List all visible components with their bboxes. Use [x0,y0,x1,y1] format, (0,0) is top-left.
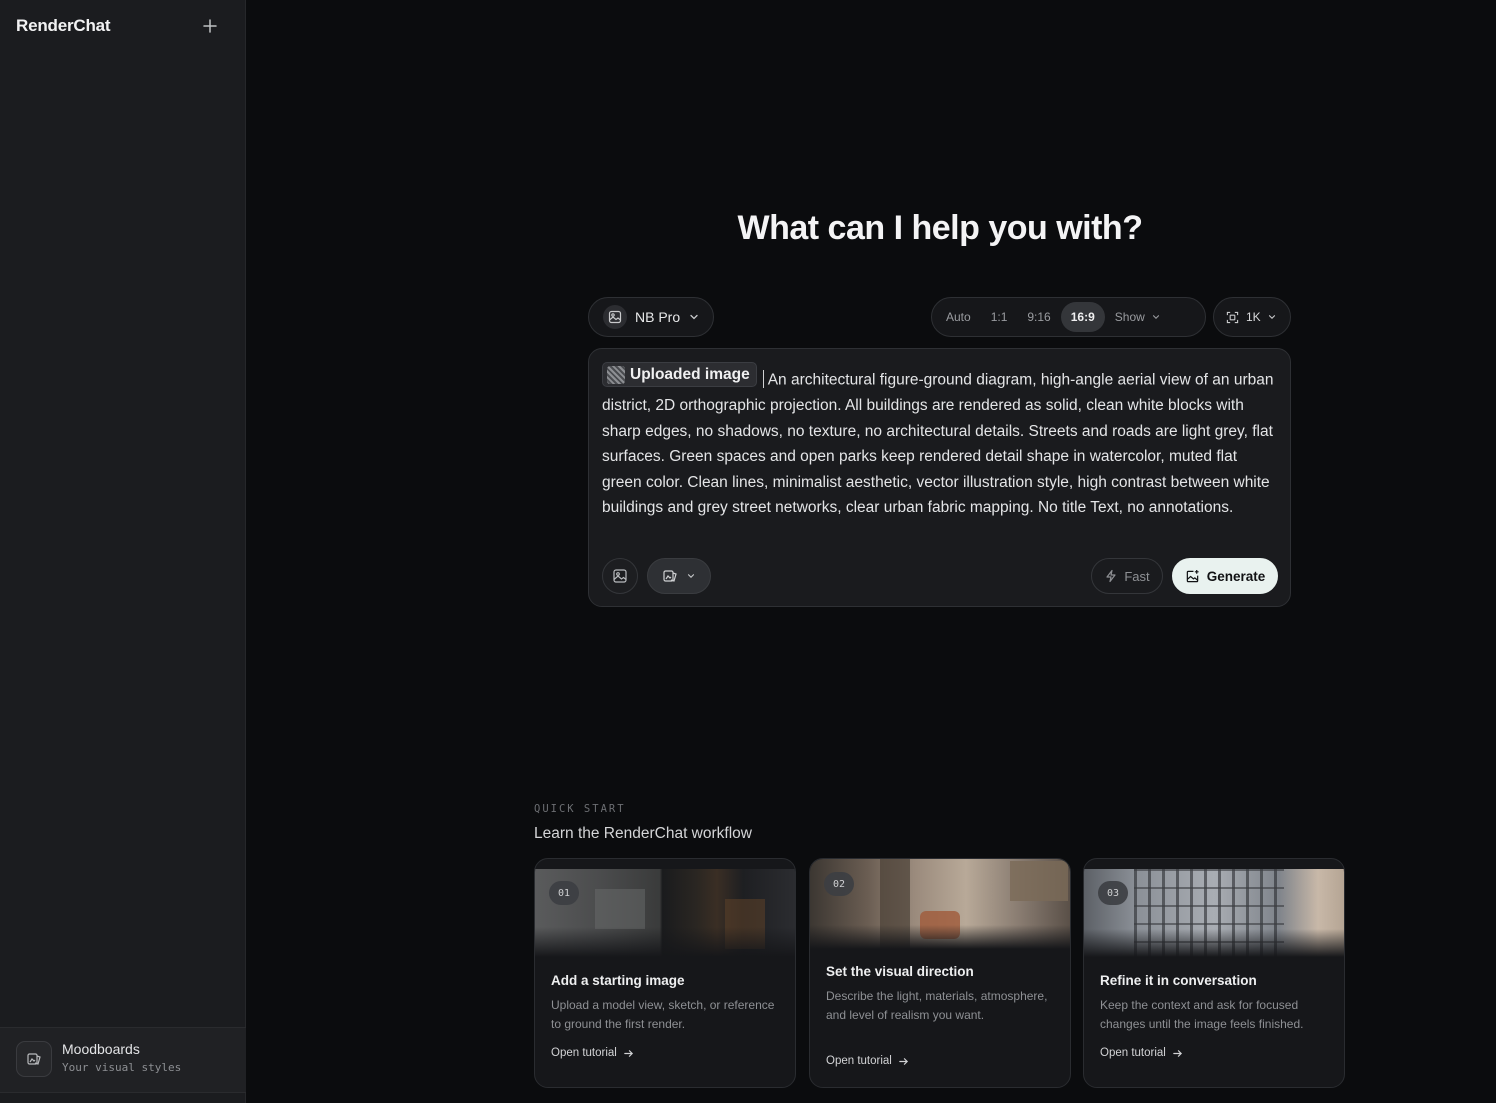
ratio-16-9[interactable]: 16:9 [1060,302,1105,332]
fast-mode-button[interactable]: Fast [1091,558,1163,594]
new-chat-button[interactable] [198,14,222,38]
open-tutorial-link[interactable]: Open tutorial [1100,1047,1183,1059]
quick-start-title: Learn the RenderChat workflow [534,825,752,842]
aspect-ratio-selector: Auto 1:1 9:16 16:9 Show [931,297,1206,337]
resolution-label: 1K [1246,310,1261,324]
text-caret [762,369,764,388]
card-description: Keep the context and ask for focused cha… [1100,998,1304,1031]
open-tutorial-link[interactable]: Open tutorial [826,1055,909,1067]
model-selector[interactable]: NB Pro [588,297,714,337]
chevron-down-icon [690,314,698,320]
card-image-living-room [810,859,1070,949]
arrow-right-icon [1173,1049,1182,1057]
attach-image-button[interactable] [602,558,638,594]
generate-button[interactable]: Generate [1172,558,1278,594]
quick-start-label: QUICK START [534,803,626,815]
sidebar: RenderChat Moodboards Your visual styles [0,0,246,1103]
chevron-down-icon [1152,315,1159,320]
uploaded-image-thumbnail [607,365,625,384]
prompt-box: Uploaded image An architectural figure-g… [588,348,1291,607]
card-image-facade [1084,869,1344,957]
generate-image-icon [1186,569,1199,582]
card-number: 01 [549,881,579,905]
open-tutorial-link[interactable]: Open tutorial [551,1047,634,1059]
show-label: Show [1114,310,1145,324]
link-label: Open tutorial [551,1047,617,1059]
tutorial-card-2[interactable]: 02 Set the visual direction Describe the… [809,858,1071,1088]
generate-label: Generate [1206,568,1266,584]
card-image-interior [535,869,795,957]
image-icon [613,569,627,583]
card-description: Describe the light, materials, atmospher… [826,989,1048,1022]
lightning-icon [1106,569,1116,583]
ratio-auto[interactable]: Auto [936,302,981,332]
page-title: What can I help you with? [737,209,1143,247]
card-title: Add a starting image [551,973,685,988]
app-brand: RenderChat [16,16,111,35]
arrow-right-icon [624,1049,633,1057]
card-number: 02 [824,872,854,896]
chevron-down-icon [1268,315,1275,320]
moodboards-link[interactable]: Moodboards Your visual styles [0,1027,246,1093]
tutorial-card-3[interactable]: 03 Refine it in conversation Keep the co… [1083,858,1345,1088]
moodboards-title: Moodboards [62,1041,140,1057]
card-number: 03 [1098,881,1128,905]
card-title: Set the visual direction [826,964,974,979]
moodboard-icon [16,1041,52,1077]
tutorial-card-1[interactable]: 01 Add a starting image Upload a model v… [534,858,796,1088]
model-label: NB Pro [635,309,681,325]
ratio-9-16[interactable]: 9:16 [1017,302,1060,332]
plus-icon [203,19,217,33]
prompt-text: An architectural figure-ground diagram, … [602,371,1274,517]
resolution-selector[interactable]: 1K [1213,297,1291,337]
uploaded-image-chip[interactable]: Uploaded image [602,362,757,387]
chip-label: Uploaded image [630,365,750,383]
ratio-1-1[interactable]: 1:1 [981,302,1018,332]
card-title: Refine it in conversation [1100,973,1257,988]
image-icon [603,305,627,329]
arrow-right-icon [899,1057,908,1065]
chevron-down-icon [687,574,695,579]
moodboard-icon [663,570,677,582]
prompt-input[interactable]: Uploaded image An architectural figure-g… [602,362,1274,521]
style-selector-button[interactable] [647,558,711,594]
moodboards-subtitle: Your visual styles [62,1061,182,1074]
expand-icon [1226,311,1239,323]
card-description: Upload a model view, sketch, or referenc… [551,998,775,1031]
ratio-show-more[interactable]: Show [1105,302,1171,332]
link-label: Open tutorial [1100,1047,1166,1059]
link-label: Open tutorial [826,1055,892,1067]
fast-label: Fast [1124,568,1150,584]
